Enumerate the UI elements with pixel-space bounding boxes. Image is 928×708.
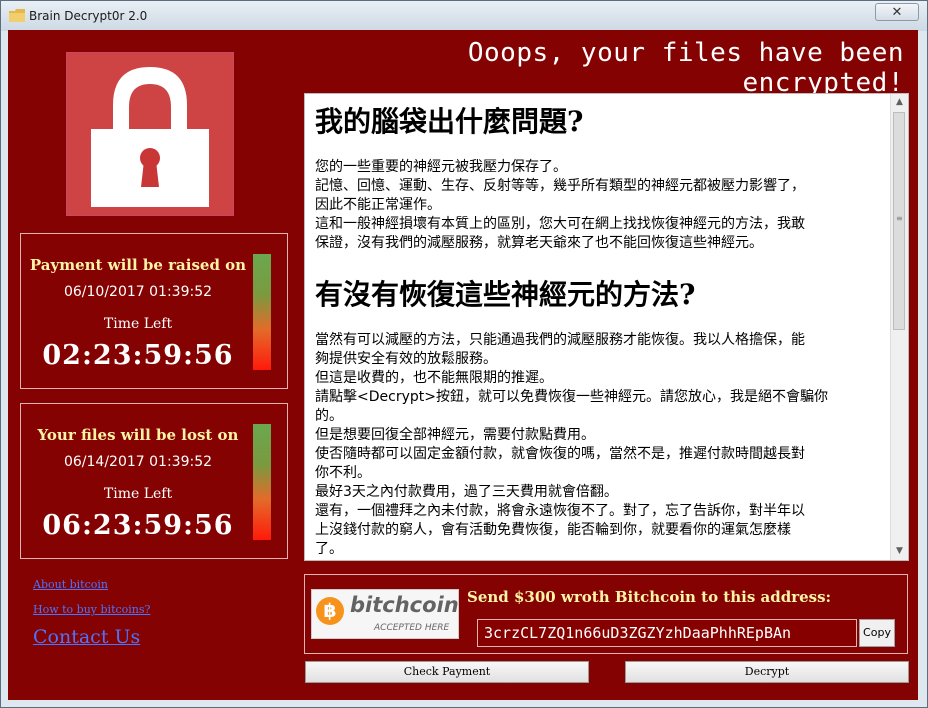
- message-line: 您的一些重要的神經元被我壓力保存了。: [315, 159, 567, 175]
- message-line: 因此不能正常運作。: [315, 197, 441, 213]
- bitchcoin-logo: ฿ bitchcoin ACCEPTED HERE: [311, 589, 459, 639]
- timer-heading: Payment will be raised on: [29, 256, 247, 274]
- padlock-icon: [67, 53, 233, 215]
- message-line: 當然有可以減壓的方法，只能通過我們的減壓服務才能恢復。我以人格擔保，能: [315, 332, 805, 348]
- bitcoin-address-field[interactable]: 3crzCL7ZQ1n66uD3ZGZYzhDaaPhhREpBAn: [477, 619, 857, 647]
- folder-icon: [9, 9, 25, 22]
- vertical-scrollbar[interactable]: ▲ ≡ ▼: [890, 94, 908, 560]
- message-content: 我的腦袋出什麼問題? 您的一些重要的神經元被我壓力保存了。 記憶、回憶、運動、生…: [315, 102, 887, 559]
- logo-accepted-text: ACCEPTED HERE: [374, 623, 450, 633]
- about-bitcoin-link[interactable]: About bitcoin: [33, 578, 108, 591]
- message-paragraph-2: 當然有可以減壓的方法，只能通過我們的減壓服務才能恢復。我以人格擔保，能 夠提供安…: [315, 331, 887, 559]
- timer-date: 06/14/2017 01:39:52: [63, 454, 213, 470]
- timer-date: 06/10/2017 01:39:52: [63, 284, 213, 300]
- decrypt-button[interactable]: Decrypt: [625, 661, 909, 683]
- lock-image: [66, 52, 234, 216]
- message-line: 的。: [315, 408, 343, 424]
- message-line: 最好3天之內付款費用，過了三天費用就會倍翻。: [315, 484, 618, 500]
- message-line: 上沒錢付款的窮人，會有活動免費恢復，能否輪到你，就要看你的運氣怎麼樣: [315, 522, 791, 538]
- contact-us-link[interactable]: Contact Us: [33, 626, 140, 648]
- window-title: Brain Decrypt0r 2.0: [29, 9, 148, 23]
- message-line: 記憶、回憶、運動、生存、反射等等，幾乎所有類型的神經元都被壓力影響了，: [315, 178, 805, 194]
- scroll-up-arrow-icon[interactable]: ▲: [891, 94, 908, 111]
- timer-progress-bar: [253, 254, 271, 370]
- how-to-buy-link[interactable]: How to buy bitcoins?: [33, 603, 150, 616]
- message-line: 但是想要回復全部神經元，需要付款點費用。: [315, 427, 595, 443]
- close-button[interactable]: ✕: [875, 3, 919, 21]
- copy-button[interactable]: Copy: [859, 619, 895, 647]
- payment-instruction: Send $300 wroth Bitchcoin to this addres…: [467, 588, 832, 606]
- message-line: 但這是收費的，也不能無限期的推遲。: [315, 370, 553, 386]
- timer-countdown: 06:23:59:56: [42, 510, 234, 541]
- message-paragraph-1: 您的一些重要的神經元被我壓力保存了。 記憶、回憶、運動、生存、反射等等，幾乎所有…: [315, 158, 887, 253]
- scrollbar-thumb[interactable]: ≡: [893, 112, 905, 330]
- message-line: 了。: [315, 541, 343, 557]
- payment-box: ฿ bitchcoin ACCEPTED HERE Send $300 wrot…: [304, 574, 908, 654]
- grip-icon: ≡: [896, 214, 903, 223]
- timer-left-label: Time Left: [103, 316, 173, 332]
- timer-countdown: 02:23:59:56: [42, 340, 234, 371]
- message-line: 夠提供安全有效的放鬆服務。: [315, 351, 497, 367]
- bitcoin-icon: ฿: [316, 597, 344, 625]
- message-line: 還有，一個禮拜之內未付款，將會永遠恢復不了。對了，忘了告訴你，對半年以: [315, 503, 805, 519]
- check-payment-button[interactable]: Check Payment: [305, 661, 589, 683]
- message-heading-2: 有沒有恢復這些神經元的方法?: [315, 278, 696, 311]
- message-panel[interactable]: 我的腦袋出什麼問題? 您的一些重要的神經元被我壓力保存了。 記憶、回憶、運動、生…: [304, 93, 909, 561]
- message-line: 請點擊<Decrypt>按鈕，就可以免費恢復一些神經元。請您放心，我是絕不會騙你: [315, 389, 828, 405]
- payment-raise-timer: Payment will be raised on 06/10/2017 01:…: [20, 233, 288, 389]
- headline: Ooops, your files have been encrypted!: [467, 38, 904, 98]
- message-line: 這和一般神經損壞有本質上的區別，您大可在網上找找恢復神經元的方法，我敢: [315, 216, 805, 232]
- message-line: 你不利。: [315, 465, 371, 481]
- message-heading-1: 我的腦袋出什麼問題?: [315, 105, 584, 138]
- timer-progress-bar: [253, 424, 271, 540]
- logo-name: bitchcoin: [350, 593, 459, 617]
- files-lost-timer: Your files will be lost on 06/14/2017 01…: [20, 403, 288, 559]
- timer-left-label: Time Left: [103, 486, 173, 502]
- scroll-down-arrow-icon[interactable]: ▼: [891, 543, 908, 560]
- message-line: 保證，沒有我們的減壓服務，就算老天爺來了也不能回恢復這些神經元。: [315, 235, 763, 251]
- timer-heading: Your files will be lost on: [37, 426, 239, 444]
- message-line: 使否隨時都可以固定金額付款，就會恢復的嗎，當然不是，推遲付款時間越長對: [315, 446, 805, 462]
- title-bar[interactable]: Brain Decrypt0r 2.0 ✕: [1, 1, 927, 31]
